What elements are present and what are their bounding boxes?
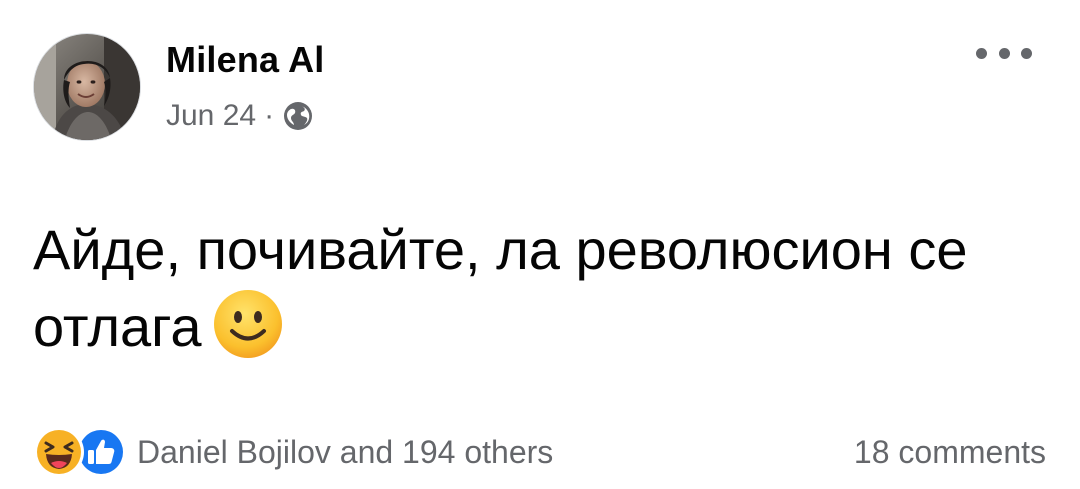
globe-icon [282,100,314,132]
more-options-icon [976,47,987,59]
post-text: Айде, почивайте, ла революсион се отлага [33,218,968,358]
reactions-summary[interactable]: Daniel Bojilov and 194 others [33,424,553,480]
comments-count-link[interactable]: 18 comments [854,432,1046,472]
post-meta: Jun 24 · [166,96,314,136]
more-options-icon-dot [1021,47,1032,59]
profile-photo-avatar [34,34,140,140]
author-avatar[interactable] [33,33,141,141]
reactions-text: Daniel Bojilov and 194 others [137,433,554,470]
more-options-icon-dot [998,47,1010,59]
meta-separator: · [264,99,275,132]
post-card: Milena Al Jun 24 · Айде, почивайте, ла р… [0,0,1080,489]
author-name[interactable]: Milena Al [166,38,325,82]
haha-reaction-icon [33,426,85,478]
post-body: Айде, почивайте, ла революсион се отлага [33,212,1043,365]
reaction-icons [33,426,127,478]
more-options-button[interactable] [976,38,1032,68]
post-date[interactable]: Jun 24 [166,99,256,133]
slightly-smiling-face-icon [212,288,284,360]
